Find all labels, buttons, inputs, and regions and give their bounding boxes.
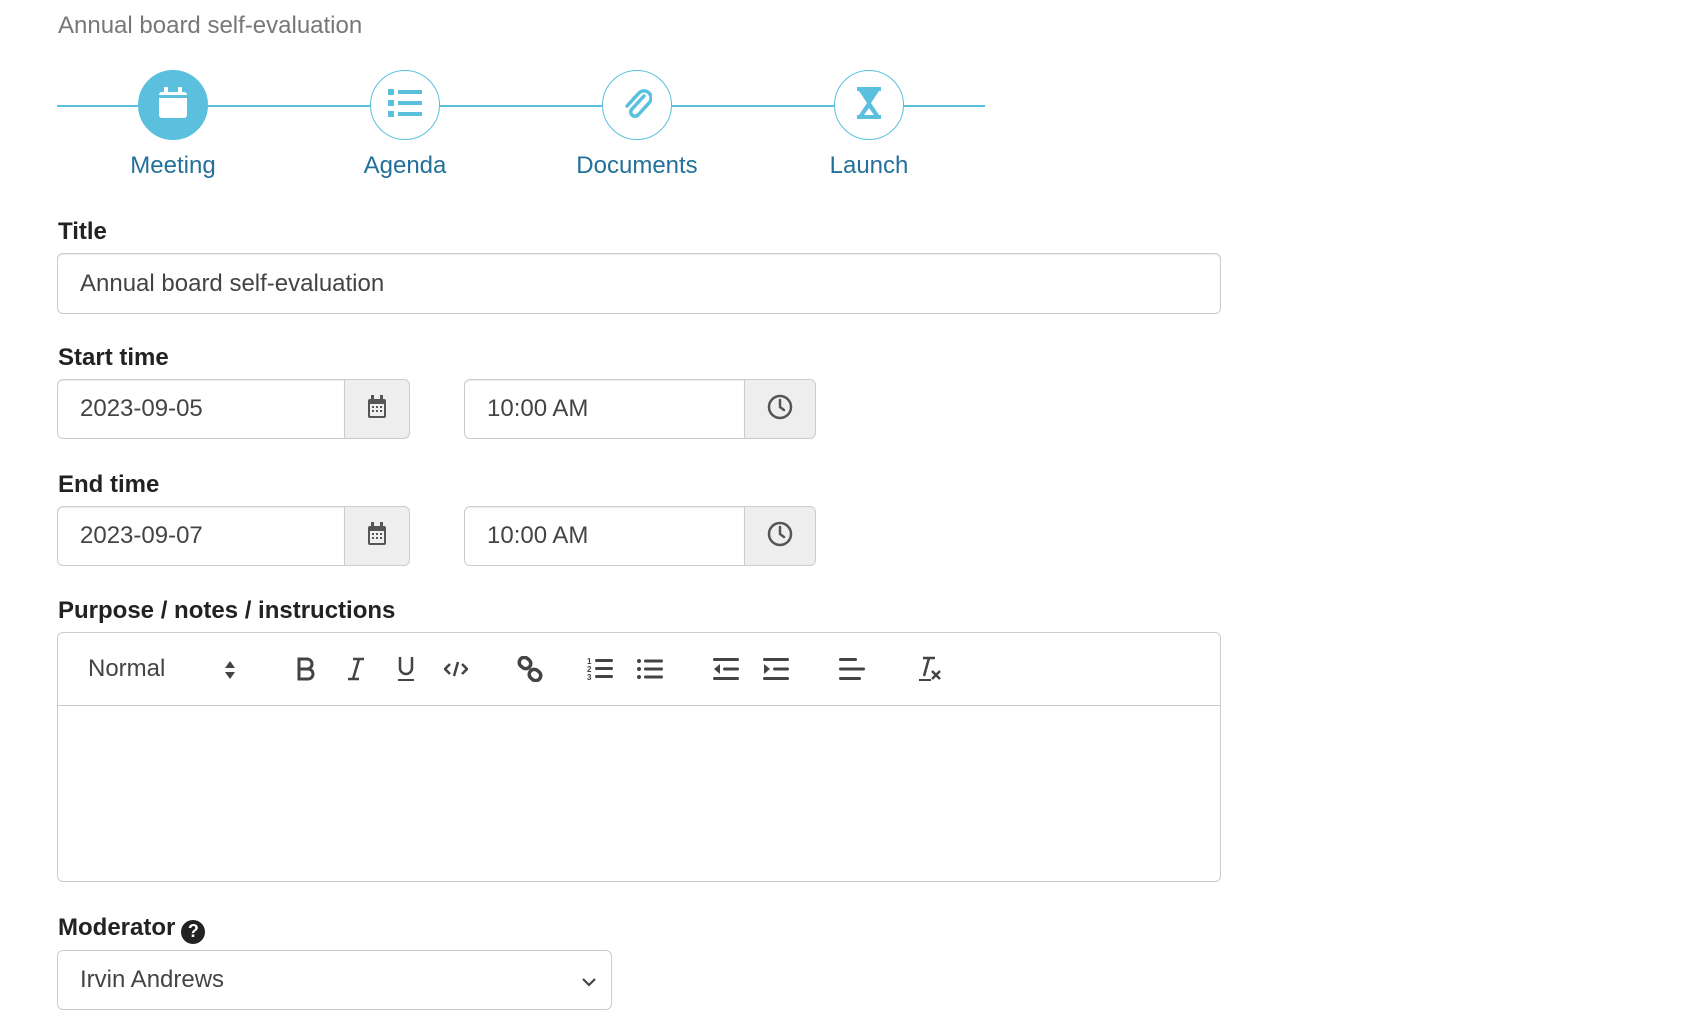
step-label: Documents	[576, 152, 698, 179]
calendar-icon	[367, 521, 387, 551]
hourglass-icon	[856, 86, 882, 124]
paperclip-icon	[622, 86, 653, 125]
moderator-label-text: Moderator	[58, 914, 176, 941]
link-icon	[517, 656, 543, 682]
end-time-label: End time	[58, 471, 160, 498]
clock-icon	[767, 521, 793, 552]
clear-formatting-button[interactable]	[910, 651, 950, 687]
calendar-icon	[367, 394, 387, 424]
bold-button[interactable]	[286, 651, 326, 687]
step-circle	[370, 70, 440, 140]
ordered-list-icon: 123	[587, 657, 613, 681]
bullet-list-button[interactable]	[630, 651, 670, 687]
clear-formatting-icon	[917, 656, 943, 682]
wizard-stepper: Meeting Agenda Documents Launch	[57, 70, 985, 190]
step-circle	[602, 70, 672, 140]
ordered-list-button[interactable]: 123	[580, 651, 620, 687]
moderator-select[interactable]: Irvin Andrews	[57, 950, 612, 1010]
moderator-select-value: Irvin Andrews	[80, 966, 225, 993]
page-subtitle: Annual board self-evaluation	[58, 12, 363, 39]
start-time-label: Start time	[58, 344, 169, 371]
step-label: Agenda	[363, 152, 447, 179]
align-button[interactable]	[832, 651, 872, 687]
notes-label: Purpose / notes / instructions	[58, 597, 396, 624]
end-time-picker-button[interactable]	[744, 506, 816, 566]
link-button[interactable]	[506, 651, 554, 687]
step-circle	[138, 70, 208, 140]
list-icon	[388, 88, 422, 122]
indent-button[interactable]	[756, 651, 796, 687]
format-select-value: Normal	[88, 655, 166, 682]
chevron-down-icon	[581, 971, 597, 999]
start-date-picker-button[interactable]	[344, 379, 410, 439]
end-date-picker-button[interactable]	[344, 506, 410, 566]
code-button[interactable]	[436, 651, 476, 687]
step-agenda[interactable]: Agenda	[325, 70, 485, 180]
italic-button[interactable]	[336, 651, 376, 687]
outdent-icon	[713, 658, 739, 680]
notes-editor: Normal 123	[57, 632, 1221, 882]
start-time-picker-button[interactable]	[744, 379, 816, 439]
question-circle-icon[interactable]: ?	[181, 919, 206, 944]
step-label: Meeting	[130, 152, 216, 179]
outdent-button[interactable]	[706, 651, 746, 687]
moderator-label: Moderator?	[58, 914, 206, 944]
bullet-list-icon	[637, 658, 663, 680]
editor-toolbar: Normal 123	[58, 633, 1220, 706]
svg-text:3: 3	[587, 673, 592, 681]
align-left-icon	[839, 658, 865, 680]
step-label: Launch	[829, 152, 909, 179]
italic-icon	[346, 657, 366, 681]
start-date-input[interactable]: 2023-09-05	[57, 379, 345, 439]
calendar-icon	[158, 86, 188, 124]
clock-icon	[767, 394, 793, 425]
step-meeting[interactable]: Meeting	[93, 70, 253, 180]
underline-button[interactable]	[386, 651, 426, 687]
end-date-input[interactable]: 2023-09-07	[57, 506, 345, 566]
notes-editor-body[interactable]	[58, 706, 1220, 881]
code-icon	[444, 661, 468, 677]
title-input[interactable]: Annual board self-evaluation	[57, 253, 1221, 314]
indent-icon	[763, 658, 789, 680]
step-documents[interactable]: Documents	[557, 70, 717, 180]
sort-arrows-icon	[224, 659, 236, 687]
step-circle	[834, 70, 904, 140]
underline-icon	[396, 656, 416, 682]
step-launch[interactable]: Launch	[789, 70, 949, 180]
start-time-input[interactable]: 10:00 AM	[464, 379, 745, 439]
bold-icon	[296, 657, 316, 681]
end-time-input[interactable]: 10:00 AM	[464, 506, 745, 566]
format-select[interactable]: Normal	[88, 651, 248, 687]
title-label: Title	[58, 218, 107, 245]
